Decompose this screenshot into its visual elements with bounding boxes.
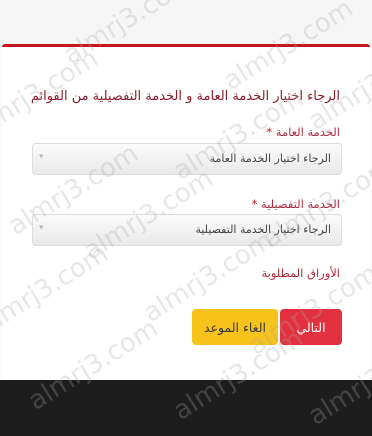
general-service-select[interactable]: الرجاء اختيار الخدمة العامة ▾ <box>32 143 342 175</box>
chevron-down-icon: ▾ <box>39 223 44 233</box>
appointment-form-card: الرجاء اختيار الخدمة العامة و الخدمة الت… <box>2 44 370 383</box>
form-title: الرجاء اختيار الخدمة العامة و الخدمة الت… <box>30 89 340 104</box>
next-button[interactable]: التالي <box>280 309 342 345</box>
general-service-select-value: الرجاء اختيار الخدمة العامة <box>209 152 331 165</box>
general-service-label: الخدمة العامة * <box>266 125 340 139</box>
detailed-service-select-value: الرجاء اختيار الخدمة التفصيلية <box>195 223 331 236</box>
detailed-service-label-text: الخدمة التفصيلية <box>260 197 340 211</box>
required-mark: * <box>251 197 258 211</box>
top-strip <box>0 0 372 48</box>
required-documents-label: الأوراق المطلوبة <box>261 266 340 280</box>
detailed-service-select[interactable]: الرجاء اختيار الخدمة التفصيلية ▾ <box>32 214 342 246</box>
detailed-service-label: الخدمة التفصيلية * <box>252 197 340 211</box>
bottom-bar <box>0 380 372 436</box>
required-mark: * <box>266 125 273 139</box>
cancel-appointment-button[interactable]: الغاء الموعد <box>192 309 278 345</box>
chevron-down-icon: ▾ <box>39 152 44 162</box>
general-service-label-text: الخدمة العامة <box>275 125 340 139</box>
